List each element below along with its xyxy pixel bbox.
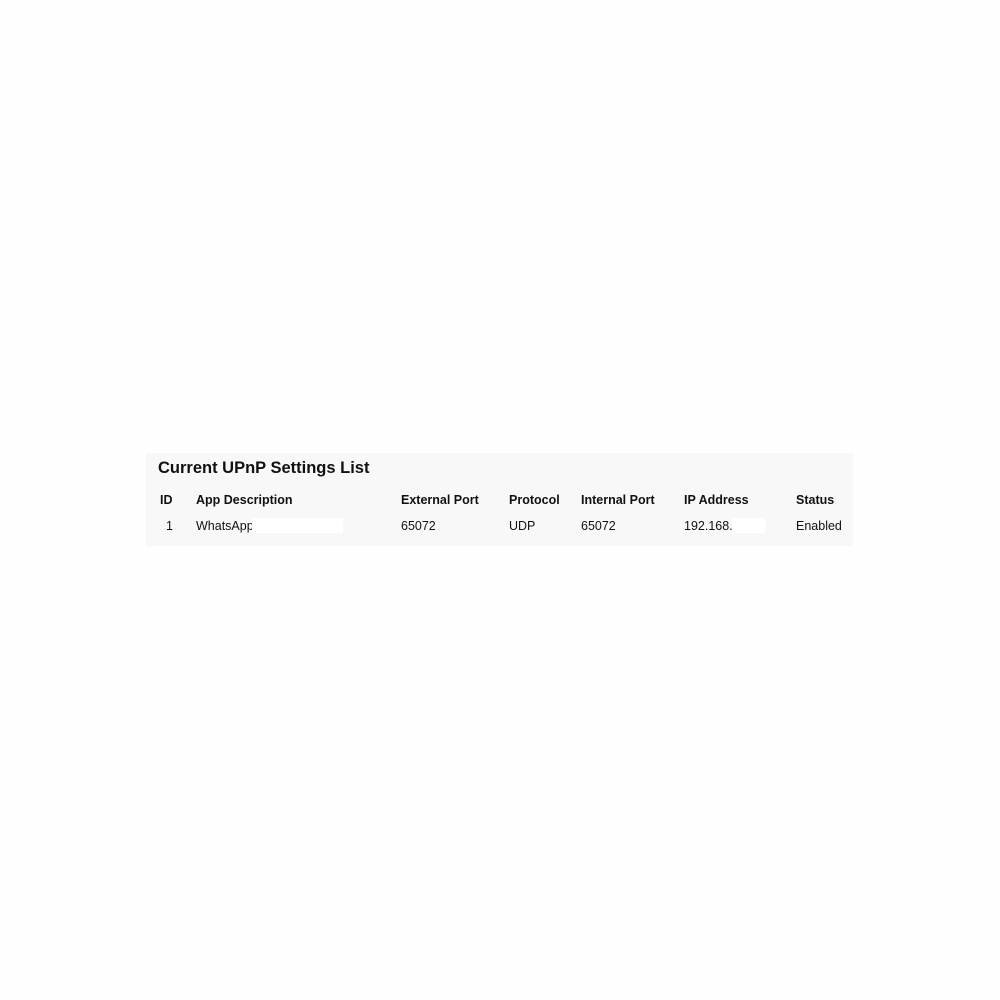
cell-id: 1 [166,519,173,533]
cell-app-description: WhatsApp [196,519,254,533]
column-header-internal-port: Internal Port [581,493,655,507]
redaction-box [732,518,765,533]
cell-status: Enabled [796,519,842,533]
column-header-external-port: External Port [401,493,479,507]
upnp-settings-panel: Current UPnP Settings List ID App Descri… [146,453,853,546]
cell-ip-address: 192.168. [684,519,733,533]
column-header-status: Status [796,493,835,507]
redaction-box [252,518,343,533]
cell-protocol: UDP [509,519,536,533]
column-header-ip-address: IP Address [684,493,749,507]
column-header-app-description: App Description [196,493,293,507]
column-header-protocol: Protocol [509,493,560,507]
cell-external-port: 65072 [401,519,436,533]
panel-title: Current UPnP Settings List [158,459,370,477]
column-header-id: ID [160,493,173,507]
cell-internal-port: 65072 [581,519,616,533]
